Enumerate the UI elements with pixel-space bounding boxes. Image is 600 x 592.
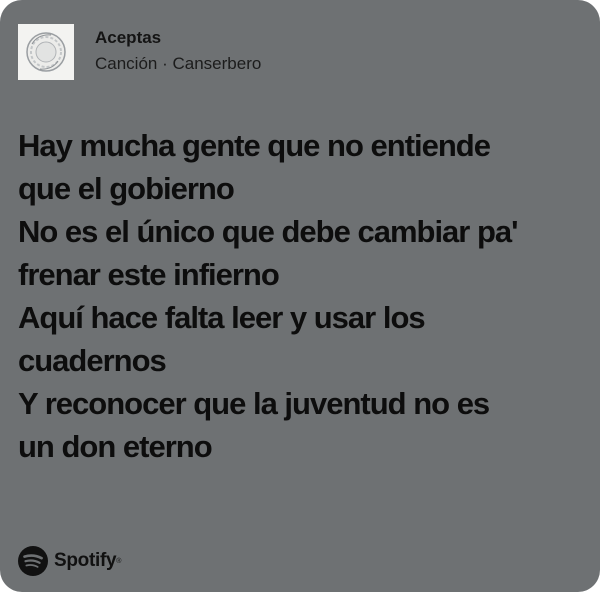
track-header[interactable]: Aceptas Canción · Canserbero <box>18 24 261 80</box>
album-cover[interactable] <box>18 24 74 80</box>
spotify-brand[interactable]: Spotify ® <box>18 546 121 576</box>
lyric-line: que el gobierno <box>18 171 235 206</box>
track-meta: Aceptas Canción · Canserbero <box>95 27 261 75</box>
lyric-line: Hay mucha gente que no entiende <box>18 128 491 163</box>
lyric-line: cuadernos <box>18 343 167 378</box>
lyrics-block: Hay mucha gente que no entiende que el g… <box>18 124 588 468</box>
lyric-line: un don eterno <box>18 429 213 464</box>
album-art-icon <box>18 24 74 80</box>
trademark-symbol: ® <box>116 557 122 565</box>
song-title[interactable]: Aceptas <box>95 27 261 49</box>
lyric-line: Aquí hace falta leer y usar los <box>18 300 426 335</box>
lyrics-share-card: Aceptas Canción · Canserbero Hay mucha g… <box>0 0 600 592</box>
song-subtitle[interactable]: Canción · Canserbero <box>95 53 261 75</box>
spotify-icon <box>18 546 48 576</box>
lyric-line: frenar este infierno <box>18 257 280 292</box>
lyric-line: No es el único que debe cambiar pa' <box>18 214 519 249</box>
spotify-wordmark: Spotify <box>54 550 117 571</box>
lyric-line: Y reconocer que la juventud no es <box>18 386 490 421</box>
